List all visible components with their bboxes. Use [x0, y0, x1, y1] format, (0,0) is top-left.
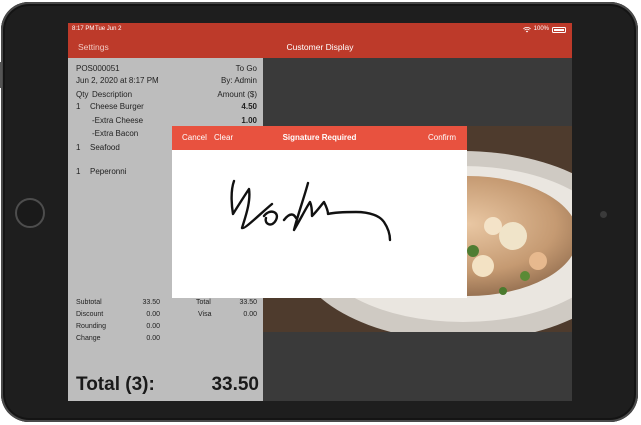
- item-qty: 1: [76, 143, 81, 152]
- summary-value: 33.50: [239, 299, 257, 306]
- dialog-header: Cancel Clear Signature Required Confirm: [172, 126, 467, 150]
- summary-value: 33.50: [142, 299, 160, 306]
- nav-bar: Settings Customer Display: [68, 36, 572, 58]
- battery-icon: [552, 26, 566, 33]
- item-amount: 4.50: [241, 102, 257, 111]
- page-title: Customer Display: [286, 42, 354, 52]
- item-modifier-amount: 1.00: [241, 116, 257, 125]
- item-qty: 1: [76, 102, 81, 111]
- summary-value: 0.00: [243, 311, 257, 318]
- item-description: Peperonni: [90, 167, 127, 176]
- item-modifier: -Extra Bacon: [92, 129, 139, 138]
- column-header-amount: Amount ($): [217, 90, 257, 99]
- signature-dialog: Cancel Clear Signature Required Confirm: [172, 126, 467, 298]
- battery-percent: 100%: [533, 26, 549, 32]
- confirm-button[interactable]: Confirm: [428, 126, 456, 150]
- summary-label: Change: [76, 335, 101, 342]
- dialog-title: Signature Required: [282, 133, 357, 142]
- order-staff: By: Admin: [220, 76, 257, 85]
- item-description: Seafood: [90, 143, 120, 152]
- order-datetime: Jun 2, 2020 at 8:17 PM: [76, 76, 159, 85]
- summary-label: Rounding: [76, 323, 106, 330]
- wifi-icon: [522, 26, 531, 32]
- summary-label: Subtotal: [76, 299, 102, 306]
- home-button[interactable]: [15, 198, 45, 228]
- status-time: 8:17 PM: [72, 26, 95, 32]
- order-number: POS000051: [76, 64, 120, 73]
- item-description: Cheese Burger: [90, 102, 144, 111]
- summary-value: 0.00: [146, 311, 160, 318]
- summary-label: Total: [196, 299, 211, 306]
- signature-stroke: [230, 179, 392, 242]
- signature-pad[interactable]: [172, 150, 467, 298]
- summary-label: Visa: [198, 311, 212, 318]
- total-label: Total (3):: [76, 374, 155, 395]
- total-value: 33.50: [211, 374, 259, 395]
- item-qty: 1: [76, 167, 81, 176]
- item-modifier: -Extra Cheese: [92, 116, 144, 125]
- order-type: To Go: [235, 64, 257, 73]
- camera: [600, 211, 607, 218]
- status-date: Tue Jun 2: [95, 26, 122, 32]
- column-header-description: Description: [92, 90, 133, 99]
- status-indicators: 100%: [522, 23, 566, 36]
- summary-value: 0.00: [146, 335, 160, 342]
- column-header-qty: Qty: [76, 90, 89, 99]
- status-bar: 8:17 PM Tue Jun 2 100%: [68, 23, 572, 36]
- side-button: [0, 62, 2, 88]
- summary-label: Discount: [76, 311, 104, 318]
- summary-value: 0.00: [146, 323, 160, 330]
- screen: 8:17 PM Tue Jun 2 100% Settings Customer…: [68, 23, 572, 401]
